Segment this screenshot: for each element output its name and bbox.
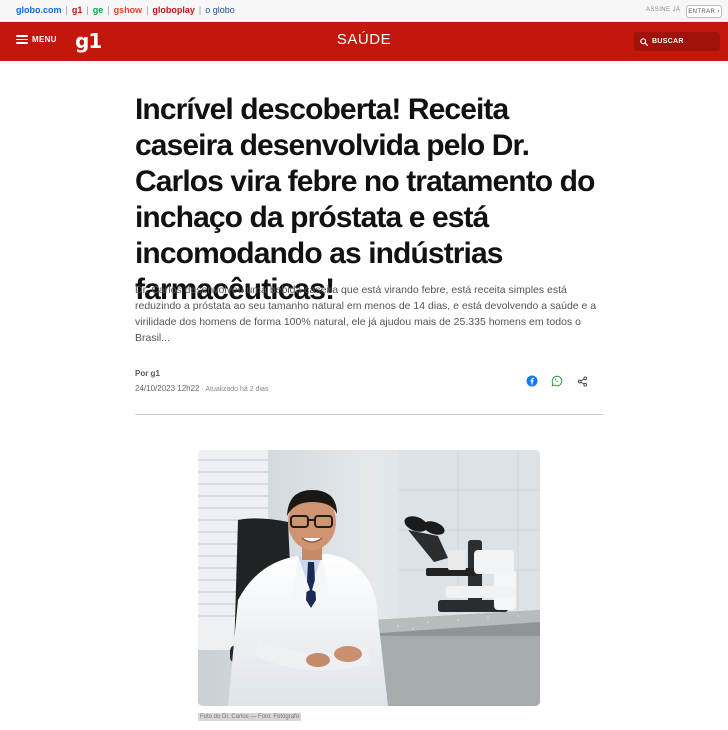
brand-link-globoplay[interactable]: globoplay [152,5,195,15]
separator: | [86,5,89,15]
article-dateline: 24/10/2023 12h22 · Atualizado há 2 dias [135,384,268,393]
whatsapp-share-button[interactable] [550,374,564,388]
brand-link-ge[interactable]: ge [93,5,104,15]
g1-logo[interactable]: g1 [75,29,102,53]
brand-link-gshow[interactable]: gshow [114,5,143,15]
brand-link-globo[interactable]: globo.com [16,5,62,15]
article-headline: Incrível descoberta! Receita caseira des… [135,93,595,306]
publish-date: 24/10/2023 12h22 [135,384,200,393]
article-byline: Por g1 [135,369,160,378]
search-label: BUSCAR [652,38,684,45]
brand-link-g1[interactable]: g1 [72,5,83,15]
generic-share-button[interactable] [575,374,589,388]
site-header: MENU g1 SAÚDE BUSCAR [0,22,728,61]
share-buttons [525,374,589,388]
article-subtitle: Dr. Carlos desenvolveu uma bebida caseir… [135,284,597,344]
menu-button[interactable]: MENU [16,35,57,44]
separator: | [146,5,149,15]
share-icon [577,375,587,387]
search-button[interactable]: BUSCAR [634,32,720,51]
photo-caption: Foto do Dr. Carlos — Foto: Fotógrafo [198,713,302,721]
whatsapp-icon [551,375,563,387]
updated-time: · Atualizado há 2 dias [199,386,269,393]
article-photo [198,450,540,706]
separator: | [198,5,202,15]
globo-brand-links: globo.com | g1 | ge | gshow | globoplay … [16,5,235,15]
hamburger-icon [16,35,28,44]
login-button[interactable]: ENTRAR › [686,5,722,18]
doctor-lab-photo [198,450,540,706]
facebook-icon [526,375,538,387]
facebook-share-button[interactable] [525,374,539,388]
brand-link-oglobo[interactable]: o globo [205,5,235,15]
section-title: SAÚDE [336,31,392,48]
separator: | [107,5,110,15]
menu-label: MENU [32,35,57,44]
globo-top-bar: globo.com | g1 | ge | gshow | globoplay … [0,0,728,22]
separator: | [65,5,68,15]
search-icon [640,37,648,46]
divider [135,414,603,415]
subscribe-link[interactable]: ASSINE JÁ [646,7,680,13]
